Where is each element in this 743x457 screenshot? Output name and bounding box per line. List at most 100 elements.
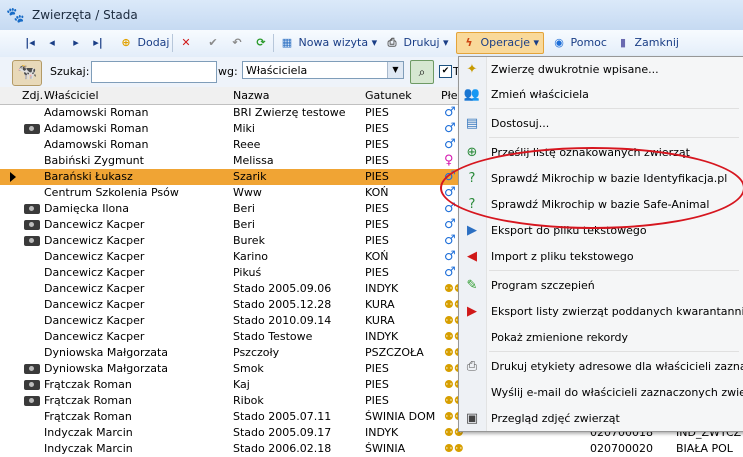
menu-item-label: Program szczepień bbox=[491, 279, 595, 292]
syringe-icon: ✎ bbox=[466, 278, 478, 293]
search-label: Szukaj: bbox=[50, 65, 90, 78]
name-cell: Karino bbox=[233, 250, 269, 263]
visit-icon: ▦ bbox=[281, 36, 293, 49]
next-record-button[interactable]: ▸ bbox=[68, 33, 84, 53]
name-cell: Beri bbox=[233, 218, 255, 231]
name-cell: Kaj bbox=[233, 378, 250, 391]
photo-review-item[interactable]: ▣ Przegląd zdjęć zwierząt bbox=[459, 407, 743, 431]
female-icon: ♀ bbox=[444, 153, 454, 168]
name-cell: Beri bbox=[233, 202, 255, 215]
owner-cell: Indyczak Marcin bbox=[44, 442, 133, 455]
lightning-icon: ϟ bbox=[465, 36, 473, 49]
search-by-select[interactable]: Właściciela ▼ bbox=[242, 61, 404, 79]
vaccination-program-item[interactable]: ✎ Program szczepień bbox=[459, 274, 743, 298]
change-owner-item[interactable]: 👥 Zmień właściciela bbox=[459, 83, 743, 107]
owner-cell: Adamowski Roman bbox=[44, 138, 149, 151]
refresh-button[interactable]: ⟳ bbox=[253, 33, 269, 53]
species-cell: PIES bbox=[365, 394, 389, 407]
prev-record-button[interactable]: ◂ bbox=[44, 33, 60, 53]
changes-icon bbox=[463, 329, 481, 347]
delete-button[interactable]: ✕ bbox=[178, 33, 194, 53]
species-cell: PIES bbox=[365, 202, 389, 215]
print-address-labels-item[interactable]: ⎙ Drukuj etykiety adresowe dla właściciel… bbox=[459, 355, 743, 379]
species-cell: ŚWINIA DOM bbox=[365, 410, 436, 423]
owner-cell: Dancewicz Kacper bbox=[44, 266, 145, 279]
name-cell: Miki bbox=[233, 122, 255, 135]
menu-item-label: Dostosuj... bbox=[491, 117, 550, 130]
owner-cell: Dancewicz Kacper bbox=[44, 250, 145, 263]
confirm-button[interactable]: ✔ bbox=[205, 33, 221, 53]
col-owner[interactable]: Właściciel bbox=[44, 89, 99, 102]
species-cell: ŚWINIA bbox=[365, 442, 406, 455]
add-button[interactable]: ⊕ Dodaj bbox=[118, 33, 169, 53]
male-icon: ♂ bbox=[444, 249, 456, 264]
owner-cell: Indyczak Marcin bbox=[44, 426, 133, 439]
col-species[interactable]: Gatunek bbox=[365, 89, 412, 102]
first-record-button[interactable]: |◂ bbox=[22, 33, 38, 53]
send-email-item[interactable]: Wyślij e-mail do właścicieli zaznaczonyc… bbox=[459, 381, 743, 405]
species-cell: PIES bbox=[365, 234, 389, 247]
species-cell: PIES bbox=[365, 122, 389, 135]
filter-checkbox[interactable]: ✔ bbox=[439, 65, 452, 78]
col-name[interactable]: Nazwa bbox=[233, 89, 269, 102]
owner-cell: Dancewicz Kacper bbox=[44, 234, 145, 247]
camera-icon bbox=[24, 236, 40, 246]
camera-icon bbox=[24, 364, 40, 374]
name-cell: Stado 2005.12.28 bbox=[233, 298, 332, 311]
duplicate-animal-item[interactable]: ✦ Zwierzę dwukrotnie wpisane... bbox=[459, 58, 743, 82]
species-cell: PIES bbox=[365, 378, 389, 391]
customize-item[interactable]: ▤ Dostosuj... bbox=[459, 112, 743, 136]
door-icon: ▮ bbox=[619, 36, 627, 49]
owner-cell: Dyniowska Małgorzata bbox=[44, 362, 169, 375]
filter-button[interactable]: ⌕ bbox=[410, 60, 434, 84]
search-by-label: wg: bbox=[218, 65, 238, 78]
show-changed-records-item[interactable]: Pokaż zmienione rekordy bbox=[459, 326, 743, 350]
owner-cell: Frątczak Roman bbox=[44, 410, 132, 423]
owner-cell: Dancewicz Kacper bbox=[44, 218, 145, 231]
species-cell: INDYK bbox=[365, 426, 399, 439]
species-cell: KOŃ bbox=[365, 186, 389, 199]
cow-icon: 🐄 bbox=[12, 60, 42, 86]
export-quarantine-item[interactable]: ▶ Eksport listy zwierząt poddanych kwaran… bbox=[459, 300, 743, 324]
male-icon: ♂ bbox=[444, 121, 456, 136]
camera-icon bbox=[24, 220, 40, 230]
species-cell: PIES bbox=[365, 362, 389, 375]
undo-button[interactable]: ↶ bbox=[229, 33, 245, 53]
new-visit-button[interactable]: ▦ Nowa wizyta ▾ bbox=[279, 33, 377, 53]
camera-icon bbox=[24, 204, 40, 214]
operations-menu-button[interactable]: ϟ Operacje ▾ bbox=[456, 32, 545, 54]
menu-item-label: Pokaż zmienione rekordy bbox=[491, 331, 629, 344]
chevron-down-icon[interactable]: ▼ bbox=[387, 62, 403, 78]
menu-item-label: Import z pliku tekstowego bbox=[491, 250, 634, 263]
import-text-item[interactable]: ◀ Import z pliku tekstowego bbox=[459, 245, 743, 269]
help-button[interactable]: ◉ Pomoc bbox=[551, 33, 607, 53]
star-icon: ✦ bbox=[466, 62, 478, 77]
search-input[interactable] bbox=[91, 61, 217, 83]
owner-cell: Dyniowska Małgorzata bbox=[44, 346, 169, 359]
col-sex[interactable]: Płe bbox=[441, 89, 458, 102]
import-icon: ◀ bbox=[467, 249, 477, 264]
print-button[interactable]: ⎙ Drukuj ▾ bbox=[384, 33, 449, 53]
species-cell: PIES bbox=[365, 218, 389, 231]
col-photo[interactable]: Zdj. bbox=[22, 89, 43, 102]
species-cell: PIES bbox=[365, 170, 389, 183]
owner-cell: Babiński Zygmunt bbox=[44, 154, 144, 167]
name-cell: Stado Testowe bbox=[233, 330, 313, 343]
camera-icon: ▣ bbox=[465, 411, 479, 426]
name-cell: Szarik bbox=[233, 170, 267, 183]
window-title: Zwierzęta / Stada bbox=[32, 8, 138, 22]
globe-icon: ⊕ bbox=[466, 145, 478, 160]
name-cell: Ribok bbox=[233, 394, 264, 407]
owner-cell: Dancewicz Kacper bbox=[44, 314, 145, 327]
close-button[interactable]: ▮ Zamknij bbox=[615, 33, 679, 53]
name-cell: BRI Zwierzę testowe bbox=[233, 106, 346, 119]
name-cell: Www bbox=[233, 186, 262, 199]
species-cell: KURA bbox=[365, 314, 395, 327]
male-icon: ♂ bbox=[444, 217, 456, 232]
plus-icon: ⊕ bbox=[121, 36, 131, 49]
last-record-button[interactable]: ▸| bbox=[90, 33, 106, 53]
owner-cell: Frątczak Roman bbox=[44, 378, 132, 391]
owner-cell: Centrum Szkolenia Psów bbox=[44, 186, 179, 199]
title-bar: 🐾 Zwierzęta / Stada bbox=[0, 0, 743, 31]
male-icon: ♂ bbox=[444, 265, 456, 280]
